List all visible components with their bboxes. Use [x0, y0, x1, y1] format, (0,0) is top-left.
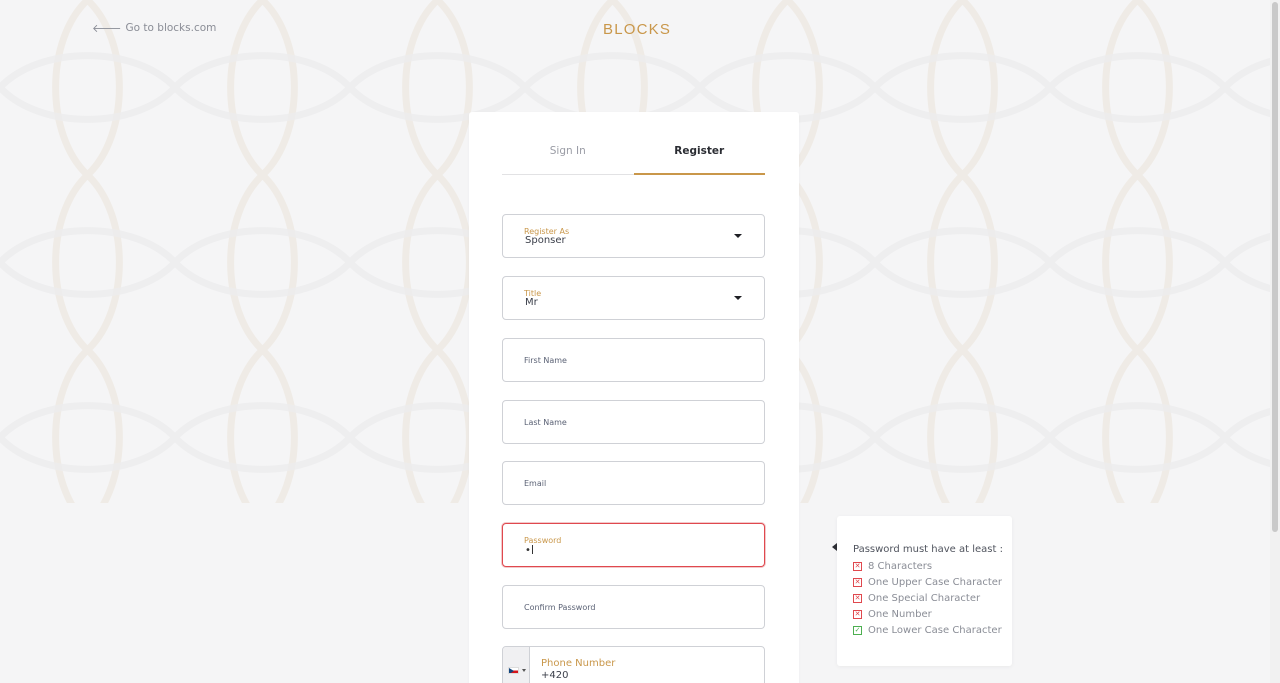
confirm-password-field[interactable]: Confirm Password: [502, 585, 765, 629]
first-name-label: First Name: [524, 356, 567, 365]
register-as-select[interactable]: Register As Sponser: [502, 214, 765, 258]
scrollbar-thumb[interactable]: [1272, 2, 1278, 532]
auth-card: Sign In Register Register As Sponser Tit…: [469, 112, 799, 683]
cross-icon: ✕: [853, 561, 862, 571]
password-rule-label: 8 Characters: [868, 560, 933, 572]
password-value: •: [525, 545, 533, 556]
arrow-left-icon: 🡐: [92, 22, 122, 35]
chevron-down-icon: [734, 234, 742, 238]
cross-icon: ✕: [853, 593, 862, 603]
password-rule: ✕ 8 Characters: [853, 560, 932, 572]
password-field[interactable]: Password •: [502, 523, 765, 567]
password-label: Password: [524, 536, 562, 545]
title-value: Mr: [525, 297, 538, 308]
back-link-label: Go to blocks.com: [125, 22, 217, 34]
auth-tabs: Sign In Register: [502, 136, 765, 175]
confirm-password-label: Confirm Password: [524, 603, 596, 612]
cross-icon: ✕: [853, 609, 862, 619]
password-rule: ✕ One Number: [853, 608, 932, 620]
country-code-select[interactable]: [503, 647, 530, 683]
tab-register[interactable]: Register: [633, 136, 765, 175]
check-icon: ✓: [853, 625, 862, 635]
phone-number-value: +420: [541, 670, 569, 681]
first-name-field[interactable]: First Name: [502, 338, 765, 382]
back-to-site-link[interactable]: 🡐 Go to blocks.com: [92, 21, 216, 35]
password-rule: ✕ One Special Character: [853, 592, 980, 604]
phone-number-label: Phone Number: [541, 658, 616, 669]
last-name-field[interactable]: Last Name: [502, 400, 765, 444]
czech-flag-icon: [508, 667, 519, 674]
password-rule-label: One Number: [868, 608, 932, 620]
email-label: Email: [524, 479, 547, 488]
chevron-down-icon: [522, 669, 526, 672]
logo: BLOCKS: [603, 21, 672, 38]
cross-icon: ✕: [853, 577, 862, 587]
register-as-value: Sponser: [525, 235, 566, 246]
phone-number-field[interactable]: Phone Number +420: [502, 646, 765, 683]
chevron-down-icon: [734, 296, 742, 300]
last-name-label: Last Name: [524, 418, 567, 427]
email-field[interactable]: Email: [502, 461, 765, 505]
password-requirements-tooltip: Password must have at least : ✕ 8 Charac…: [832, 516, 1012, 666]
password-rule-label: One Upper Case Character: [868, 576, 1003, 588]
password-rule-label: One Lower Case Character: [868, 624, 1002, 636]
tab-sign-in[interactable]: Sign In: [502, 136, 634, 174]
password-requirements-title: Password must have at least :: [853, 544, 1003, 555]
password-rule: ✓ One Lower Case Character: [853, 624, 1002, 636]
password-rule-label: One Special Character: [868, 592, 981, 604]
password-rule: ✕ One Upper Case Character: [853, 576, 1002, 588]
title-select[interactable]: Title Mr: [502, 276, 765, 320]
scrollbar[interactable]: [1270, 0, 1280, 683]
